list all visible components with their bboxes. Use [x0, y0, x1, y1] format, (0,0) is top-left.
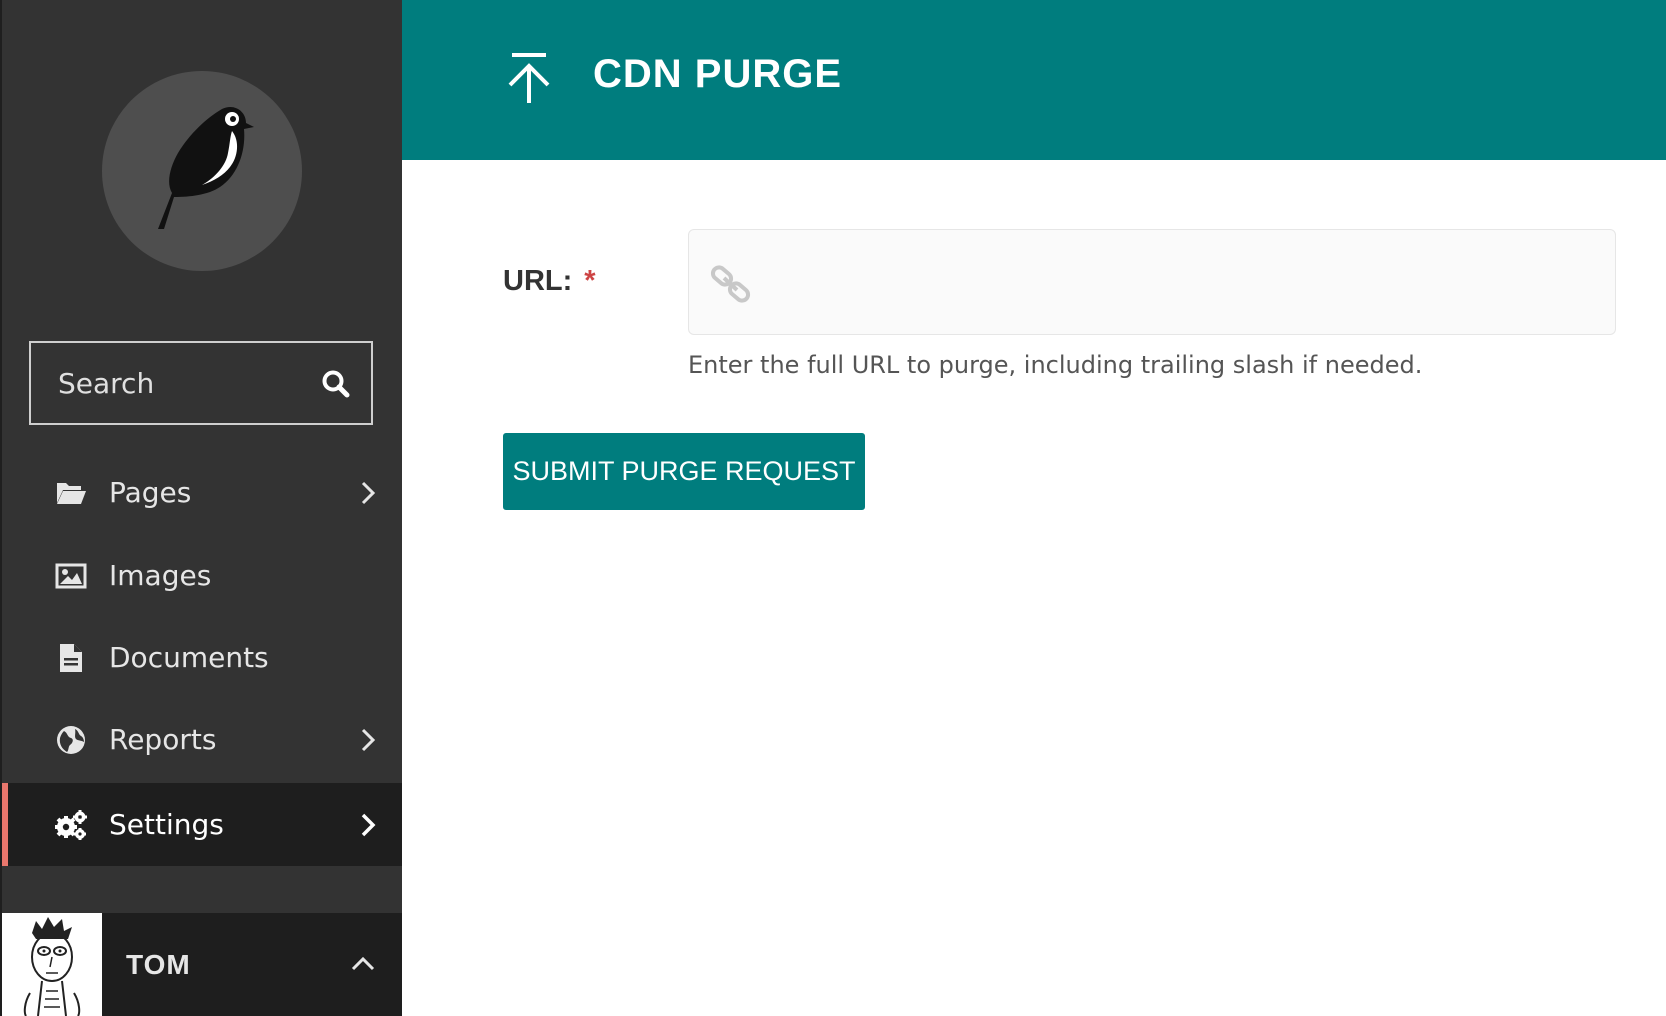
url-input[interactable] [769, 230, 1603, 336]
document-icon [60, 643, 82, 672]
search-button[interactable] [321, 369, 351, 399]
sidebar-item-label: Documents [109, 641, 269, 674]
url-label: URL: * [503, 265, 596, 298]
sidebar-item-reports[interactable]: Reports [0, 698, 402, 781]
sidebar-item-label: Pages [109, 476, 192, 509]
chevron-right-icon [361, 481, 376, 504]
globe-icon [57, 725, 85, 754]
chevron-up-icon[interactable] [350, 953, 376, 973]
url-label-text: URL: [503, 265, 573, 297]
sidebar-item-settings[interactable]: Settings [0, 783, 402, 866]
image-icon [55, 563, 87, 588]
search-icon [322, 370, 350, 398]
search-box[interactable]: Search [29, 341, 373, 425]
required-marker: * [584, 265, 596, 297]
avatar[interactable] [2, 913, 102, 1016]
submit-purge-button[interactable]: SUBMIT PURGE REQUEST [503, 433, 865, 510]
page-header: CDN PURGE [402, 0, 1666, 160]
sidebar-item-label: Images [109, 559, 212, 592]
sidebar-item-label: Settings [109, 808, 224, 841]
account-name: TOM [126, 949, 191, 980]
folder-open-icon [57, 482, 86, 504]
avatar-image [23, 917, 81, 1016]
sidebar-item-images[interactable]: Images [0, 534, 402, 617]
page-title: CDN PURGE [593, 52, 843, 96]
url-field[interactable] [688, 229, 1616, 336]
upload-arrow-icon [508, 53, 550, 103]
help-text: Enter the full URL to purge, including t… [688, 351, 1423, 379]
sidebar-item-label: Reports [109, 723, 217, 756]
sidebar-item-pages[interactable]: Pages [0, 451, 402, 534]
account-menu[interactable]: TOM [0, 913, 402, 1016]
sidebar-item-documents[interactable]: Documents [0, 616, 402, 699]
sidebar: Search Pages Images Documents Reports Se… [0, 0, 402, 1016]
chevron-right-icon [361, 728, 376, 751]
wagtail-logo[interactable] [102, 71, 302, 271]
cogs-icon [55, 809, 87, 840]
wagtail-bird-icon [158, 106, 254, 229]
chevron-right-icon [361, 813, 376, 836]
link-icon [710, 265, 751, 303]
search-input[interactable]: Search [58, 367, 154, 400]
